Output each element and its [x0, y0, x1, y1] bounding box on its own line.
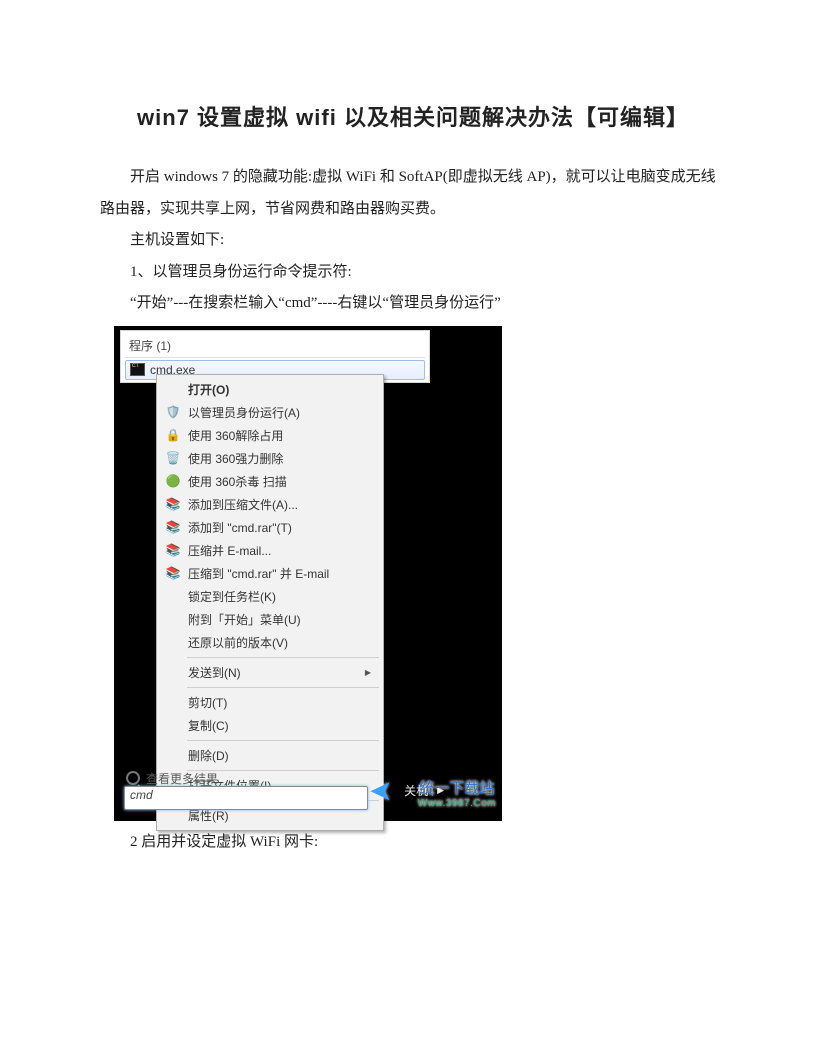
- menu-open[interactable]: 打开(O): [159, 378, 381, 401]
- menu-send-to[interactable]: 发送到(N): [159, 661, 381, 684]
- paragraph-step1: 1、以管理员身份运行命令提示符:: [100, 257, 726, 289]
- menu-compress-rar-email[interactable]: 📚 压缩到 "cmd.rar" 并 E-mail: [159, 562, 381, 585]
- menu-separator: [187, 687, 379, 688]
- antivirus-icon: 🟢: [165, 473, 181, 489]
- shield-icon: 🛡️: [165, 404, 181, 420]
- archive-icon: 📚: [165, 519, 181, 535]
- article-title: win7 设置虚拟 wifi 以及相关问题解决办法【可编辑】: [100, 100, 726, 132]
- lock-icon: 🔒: [165, 427, 181, 443]
- cmd-exe-icon: [130, 363, 145, 376]
- menu-compress-email[interactable]: 📚 压缩并 E-mail...: [159, 539, 381, 562]
- article-body: 开启 windows 7 的隐藏功能:虚拟 WiFi 和 SoftAP(即虚拟无…: [100, 162, 726, 320]
- blank-icon: [165, 694, 181, 710]
- blank-icon: [165, 588, 181, 604]
- search-icon: [126, 771, 140, 785]
- menu-360-force-delete[interactable]: 🗑️ 使用 360强力删除: [159, 447, 381, 470]
- blank-icon: [165, 747, 181, 763]
- document-page: win7 设置虚拟 wifi 以及相关问题解决办法【可编辑】 开启 window…: [0, 0, 816, 1056]
- menu-run-as-admin[interactable]: 🛡️ 以管理员身份运行(A): [159, 401, 381, 424]
- menu-360-unlock[interactable]: 🔒 使用 360解除占用: [159, 424, 381, 447]
- menu-delete[interactable]: 删除(D): [159, 744, 381, 767]
- programs-header: 程序 (1): [125, 335, 425, 358]
- blank-icon: [165, 381, 181, 397]
- trash-icon: 🗑️: [165, 450, 181, 466]
- screenshot-start-menu: 程序 (1) cmd.exe 打开(O) 🛡️ 以管理员身份运行(A) 🔒 使用…: [114, 326, 502, 821]
- context-menu: 打开(O) 🛡️ 以管理员身份运行(A) 🔒 使用 360解除占用 🗑️ 使用 …: [156, 374, 384, 831]
- blank-icon: [165, 611, 181, 627]
- paragraph-host: 主机设置如下:: [100, 225, 726, 257]
- start-menu-search-input[interactable]: cmd: [124, 786, 368, 810]
- blank-icon: [165, 664, 181, 680]
- cursor-arrow-icon: ➤: [369, 774, 392, 807]
- blank-icon: [165, 717, 181, 733]
- menu-add-to-cmd-rar[interactable]: 📚 添加到 "cmd.rar"(T): [159, 516, 381, 539]
- menu-cut[interactable]: 剪切(T): [159, 691, 381, 714]
- paragraph-step2: 2 启用并设定虚拟 WiFi 网卡:: [100, 827, 726, 859]
- menu-360-scan[interactable]: 🟢 使用 360杀毒 扫描: [159, 470, 381, 493]
- menu-pin-taskbar[interactable]: 锁定到任务栏(K): [159, 585, 381, 608]
- archive-icon: 📚: [165, 496, 181, 512]
- menu-restore-versions[interactable]: 还原以前的版本(V): [159, 631, 381, 654]
- archive-icon: 📚: [165, 542, 181, 558]
- menu-add-to-archive[interactable]: 📚 添加到压缩文件(A)...: [159, 493, 381, 516]
- see-more-results[interactable]: 查看更多结果: [126, 770, 218, 787]
- menu-separator: [187, 740, 379, 741]
- archive-icon: 📚: [165, 565, 181, 581]
- article-body-2: 2 启用并设定虚拟 WiFi 网卡:: [100, 827, 726, 859]
- blank-icon: [165, 634, 181, 650]
- menu-copy[interactable]: 复制(C): [159, 714, 381, 737]
- menu-pin-start[interactable]: 附到「开始」菜单(U): [159, 608, 381, 631]
- watermark-logo: 统一下载站 Www.3987.Com: [418, 781, 496, 809]
- menu-separator: [187, 657, 379, 658]
- paragraph-intro: 开启 windows 7 的隐藏功能:虚拟 WiFi 和 SoftAP(即虚拟无…: [100, 162, 726, 225]
- paragraph-cmd-path: “开始”---在搜索栏输入“cmd”----右键以“管理员身份运行”: [100, 288, 726, 320]
